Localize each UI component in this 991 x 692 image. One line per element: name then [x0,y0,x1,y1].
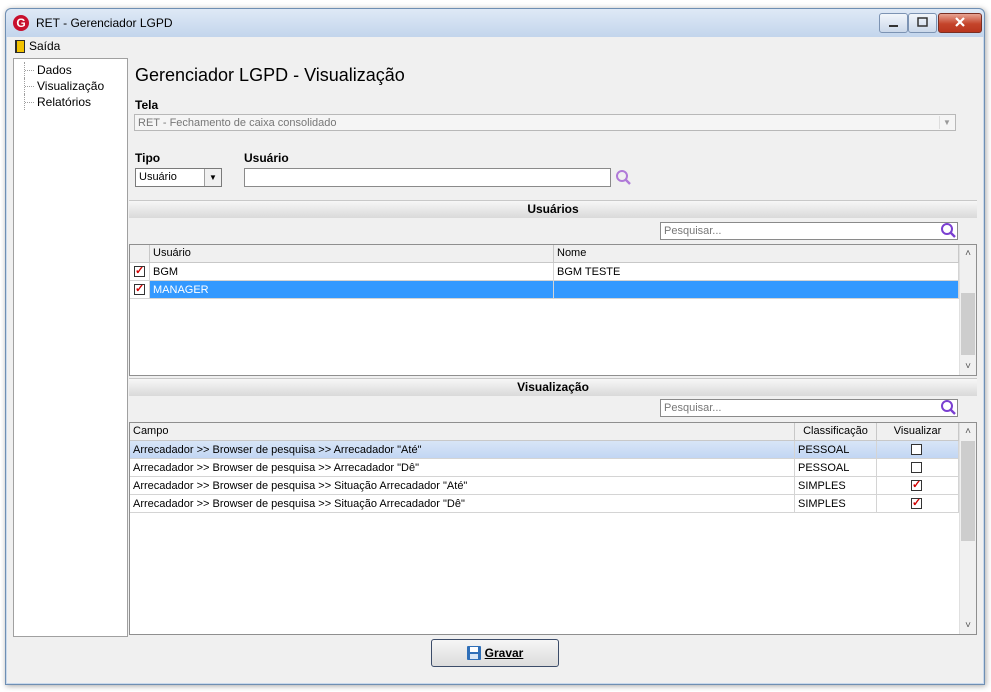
nav-item-relatorios[interactable]: Relatórios [24,94,91,110]
visualizacao-cell-classificacao: PESSOAL [795,441,877,458]
minimize-button[interactable] [879,13,908,33]
scroll-up-icon[interactable]: ˄ [960,245,976,262]
visualizacao-row[interactable]: Arrecadador >> Browser de pesquisa >> Si… [130,477,959,495]
usuarios-vertical-scrollbar[interactable]: ˄ ˅ [959,245,976,375]
usuarios-row-check-cell [130,263,150,280]
usuarios-cell-usuario: BGM [150,263,554,280]
tela-combobox: RET - Fechamento de caixa consolidado ▼ [134,114,956,131]
tipo-select[interactable]: Usuário ▼ [135,168,222,187]
scrollbar-thumb[interactable] [961,441,975,541]
usuarios-column-nome[interactable]: Nome [554,245,959,262]
checkbox-checked[interactable] [911,478,922,492]
visualizacao-row[interactable]: Arrecadador >> Browser de pesquisa >> Si… [130,495,959,513]
usuarios-search-input[interactable]: Pesquisar... [660,222,958,240]
chevron-down-icon: ▼ [939,116,954,129]
visualizacao-vertical-scrollbar[interactable]: ˄ ˅ [959,423,976,634]
save-button-label: Gravar [484,646,524,660]
visualizacao-cell-classificacao: SIMPLES [795,495,877,512]
floppy-disk-icon [466,646,481,660]
usuarios-column-usuario[interactable]: Usuário [150,245,554,262]
visualizacao-cell-campo: Arrecadador >> Browser de pesquisa >> Si… [130,495,795,512]
visualizacao-grid-header: Campo Classificação Visualizar [130,423,959,441]
maximize-button[interactable] [908,13,937,33]
usuarios-cell-usuario: MANAGER [150,281,554,298]
app-logo-icon: G [13,15,29,31]
visualizacao-row[interactable]: Arrecadador >> Browser de pesquisa >> Ar… [130,459,959,477]
visualizacao-search-input[interactable]: Pesquisar... [660,399,958,417]
minimize-icon [889,25,898,27]
dropdown-arrow-icon[interactable]: ▼ [204,169,221,186]
close-button[interactable] [938,13,982,33]
nav-item-dados[interactable]: Dados [24,62,72,78]
usuario-input[interactable] [244,168,611,187]
usuario-search-icon[interactable] [615,169,632,186]
window-title: RET - Gerenciador LGPD [36,16,173,30]
visualizacao-grid: Campo Classificação Visualizar Arrecadad… [129,422,977,635]
menu-exit[interactable]: Saída [15,39,60,53]
scrollbar-thumb[interactable] [961,293,975,355]
visualizacao-cell-campo: Arrecadador >> Browser de pesquisa >> Si… [130,477,795,494]
visualizacao-cell-visualizar [877,495,959,512]
usuarios-section-header: Usuários [129,200,977,218]
visualizacao-cell-visualizar [877,459,959,476]
usuarios-grid: Usuário Nome BGM BGM TESTE MANAGER ˄ [129,244,977,376]
scroll-down-icon[interactable]: ˅ [960,358,976,375]
usuarios-check-column-header [130,245,150,262]
scroll-down-icon[interactable]: ˅ [960,617,976,634]
visualizacao-cell-classificacao: SIMPLES [795,477,877,494]
visualizacao-cell-visualizar [877,477,959,494]
visualizacao-cell-classificacao: PESSOAL [795,459,877,476]
visualizacao-cell-visualizar [877,441,959,458]
visualizacao-column-visualizar[interactable]: Visualizar [877,423,959,440]
page-title: Gerenciador LGPD - Visualização [135,65,405,85]
usuarios-row-check-cell [130,281,150,298]
checkbox-checked[interactable] [911,496,922,510]
client-area: Dados Visualização Relatórios Gerenciado… [7,55,983,683]
usuarios-grid-header: Usuário Nome [130,245,959,263]
title-bar[interactable]: G RET - Gerenciador LGPD [6,9,984,37]
checkbox-checked[interactable] [134,264,145,278]
checkbox-unchecked[interactable] [911,444,922,455]
tipo-label: Tipo [135,151,161,165]
usuarios-row-selected[interactable]: MANAGER [130,281,959,299]
tipo-value: Usuário [139,171,177,183]
visualizacao-search-icon[interactable] [940,399,957,416]
visualizacao-column-campo[interactable]: Campo [130,423,795,440]
visualizacao-cell-campo: Arrecadador >> Browser de pesquisa >> Ar… [130,459,795,476]
svg-text:G: G [16,16,25,30]
usuarios-cell-nome [554,281,959,298]
usuario-label: Usuário [244,151,289,165]
checkbox-checked[interactable] [134,282,145,296]
usuarios-search-icon[interactable] [940,222,957,239]
nav-item-visualizacao[interactable]: Visualização [24,78,104,94]
scroll-up-icon[interactable]: ˄ [960,423,976,440]
usuarios-row[interactable]: BGM BGM TESTE [130,263,959,281]
app-window: G RET - Gerenciador LGPD Saída Dados Vis… [5,8,985,685]
visualizacao-search-placeholder: Pesquisar... [664,402,722,414]
save-button[interactable]: Gravar [431,639,559,667]
checkbox-unchecked[interactable] [911,462,922,473]
tela-label: Tela [135,98,159,112]
menu-exit-label: Saída [29,39,61,53]
visualizacao-column-classificacao[interactable]: Classificação [795,423,877,440]
visualizacao-section-header: Visualização [129,378,977,396]
visualizacao-cell-campo: Arrecadador >> Browser de pesquisa >> Ar… [130,441,795,458]
close-icon [955,17,965,27]
usuarios-cell-nome: BGM TESTE [554,263,959,280]
maximize-icon [917,17,928,27]
tela-value: RET - Fechamento de caixa consolidado [138,117,337,129]
usuarios-search-placeholder: Pesquisar... [664,225,722,237]
nav-tree: Dados Visualização Relatórios [13,58,128,637]
menu-bar: Saída [7,37,983,55]
visualizacao-row-selected[interactable]: Arrecadador >> Browser de pesquisa >> Ar… [130,441,959,459]
exit-door-icon [15,39,25,53]
